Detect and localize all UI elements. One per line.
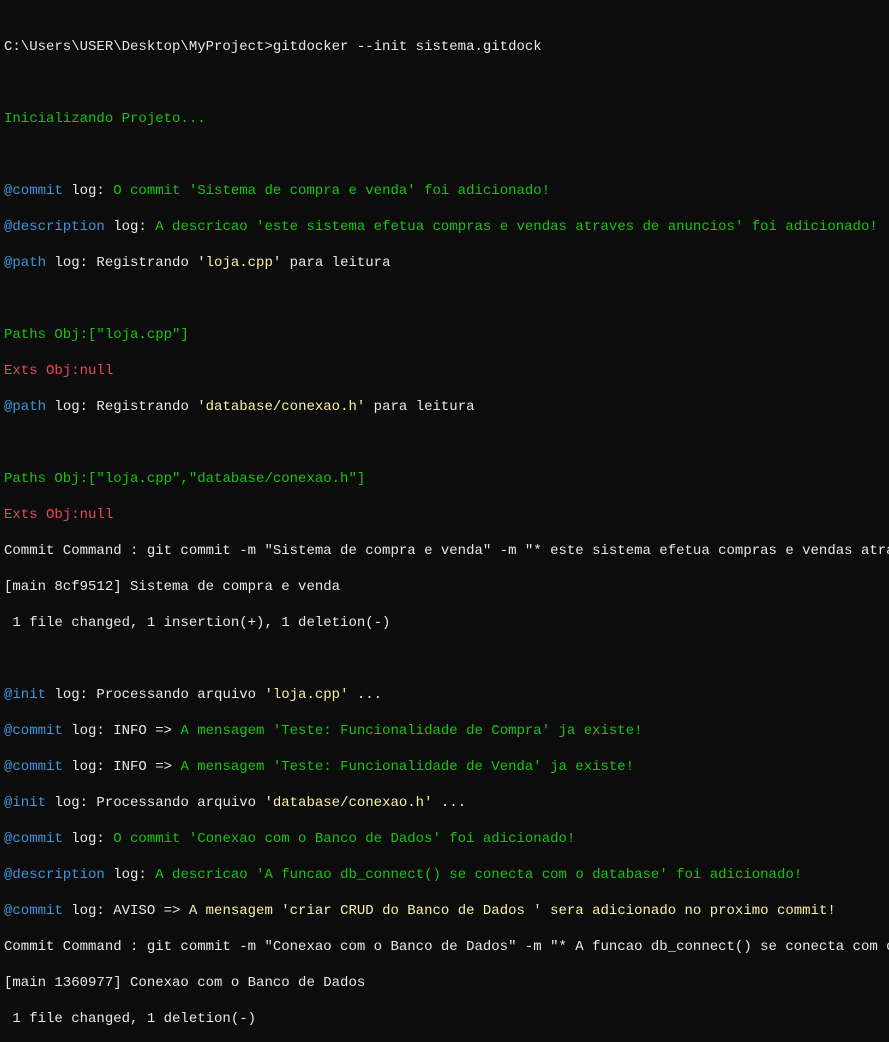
msg: A mensagem 'criar CRUD do Banco de Dados… (189, 903, 836, 919)
log-line: @init log: Processando arquivo 'database… (4, 794, 885, 812)
msg: O commit 'Conexao com o Banco de Dados' … (105, 831, 575, 847)
log-line: @description log: A descricao 'A funcao … (4, 866, 885, 884)
paths-value: ["loja.cpp","database/conexao.h"] (88, 471, 365, 487)
rest: para leitura (365, 399, 474, 415)
rest: ... (348, 687, 382, 703)
tag: @commit (4, 723, 63, 739)
tag: @description (4, 219, 105, 235)
paths-label: Paths Obj: (4, 471, 88, 487)
label: log: INFO => (63, 759, 181, 775)
tag: @path (4, 399, 46, 415)
msg: A mensagem 'Teste: Funcionalidade de Ven… (180, 759, 634, 775)
log-line: @commit log: O commit 'Sistema de compra… (4, 182, 885, 200)
tag: @init (4, 795, 46, 811)
tag: @commit (4, 903, 63, 919)
log-line: @commit log: O commit 'Conexao com o Ban… (4, 830, 885, 848)
label: log: Registrando (46, 399, 197, 415)
msg: A mensagem 'Teste: Funcionalidade de Com… (180, 723, 642, 739)
path: 'database/conexao.h' (197, 399, 365, 415)
exts-value: null (80, 363, 114, 379)
init-line: Inicializando Projeto... (4, 110, 885, 128)
tag: @commit (4, 759, 63, 775)
path: 'loja.cpp' (264, 687, 348, 703)
log-line: @description log: A descricao 'este sist… (4, 218, 885, 236)
msg: A descricao 'este sistema efetua compras… (147, 219, 878, 235)
prompt-line-1: C:\Users\USER\Desktop\MyProject>gitdocke… (4, 38, 885, 56)
rest: ... (432, 795, 466, 811)
log-line: @path log: Registrando 'loja.cpp' para l… (4, 254, 885, 272)
tag: @description (4, 867, 105, 883)
tag: @init (4, 687, 46, 703)
msg: A descricao 'A funcao db_connect() se co… (147, 867, 802, 883)
exts-line: Exts Obj:null (4, 506, 885, 524)
paths-label: Paths Obj: (4, 327, 88, 343)
blank-line (4, 650, 885, 668)
commit-changes: 1 file changed, 1 deletion(-) (4, 1010, 885, 1028)
label: log: (105, 867, 147, 883)
path: 'loja.cpp' (197, 255, 281, 271)
exts-label: Exts Obj: (4, 363, 80, 379)
blank-line (4, 74, 885, 92)
blank-line (4, 146, 885, 164)
label: log: AVISO => (63, 903, 189, 919)
paths-value: ["loja.cpp"] (88, 327, 189, 343)
tag: @path (4, 255, 46, 271)
commit-command: Commit Command : git commit -m "Sistema … (4, 542, 885, 560)
rest: para leitura (281, 255, 390, 271)
log-line: @commit log: AVISO => A mensagem 'criar … (4, 902, 885, 920)
path: 'database/conexao.h' (264, 795, 432, 811)
paths-line: Paths Obj:["loja.cpp","database/conexao.… (4, 470, 885, 488)
commit-changes: 1 file changed, 1 insertion(+), 1 deleti… (4, 614, 885, 632)
tag: @commit (4, 831, 63, 847)
log-line: @path log: Registrando 'database/conexao… (4, 398, 885, 416)
label: log: Processando arquivo (46, 795, 264, 811)
label: log: Registrando (46, 255, 197, 271)
commit-result: [main 8cf9512] Sistema de compra e venda (4, 578, 885, 596)
label: log: (63, 183, 105, 199)
blank-line (4, 434, 885, 452)
log-line: @commit log: INFO => A mensagem 'Teste: … (4, 722, 885, 740)
blank-line (4, 290, 885, 308)
command-text: gitdocker --init sistema.gitdock (273, 39, 542, 55)
tag: @commit (4, 183, 63, 199)
exts-line: Exts Obj:null (4, 362, 885, 380)
prompt-path: C:\Users\USER\Desktop\MyProject> (4, 39, 273, 55)
paths-line: Paths Obj:["loja.cpp"] (4, 326, 885, 344)
commit-command: Commit Command : git commit -m "Conexao … (4, 938, 885, 956)
msg: O commit 'Sistema de compra e venda' foi… (105, 183, 550, 199)
log-line: @init log: Processando arquivo 'loja.cpp… (4, 686, 885, 704)
label: log: (105, 219, 147, 235)
label: log: (63, 831, 105, 847)
label: log: INFO => (63, 723, 181, 739)
label: log: Processando arquivo (46, 687, 264, 703)
log-line: @commit log: INFO => A mensagem 'Teste: … (4, 758, 885, 776)
commit-result: [main 1360977] Conexao com o Banco de Da… (4, 974, 885, 992)
